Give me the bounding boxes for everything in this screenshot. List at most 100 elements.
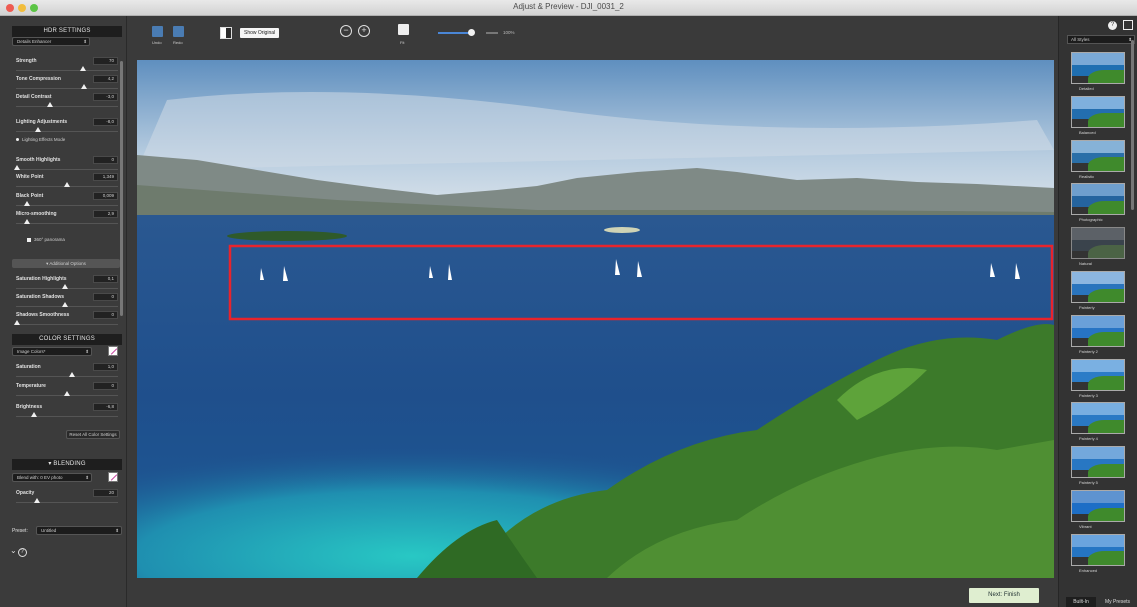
slider-thumb[interactable] <box>14 320 20 325</box>
style-thumbnail[interactable] <box>1071 95 1125 128</box>
param-value[interactable]: 0,009 <box>93 192 118 200</box>
param-value[interactable]: 0 <box>93 156 118 164</box>
slider-thumb[interactable] <box>64 391 70 396</box>
param-value[interactable]: 1,0 <box>93 363 118 371</box>
zoom-slider-fill[interactable] <box>438 32 471 34</box>
slider-thumb[interactable] <box>64 182 70 187</box>
param-label: Opacity <box>16 490 35 496</box>
param-value[interactable]: -3,0 <box>93 93 118 101</box>
preset-select[interactable]: Untitled ⬍ <box>36 526 122 535</box>
param-value[interactable]: 0 <box>93 382 118 390</box>
param-value[interactable]: 0 <box>93 311 118 319</box>
param-value[interactable]: 1,349 <box>93 173 118 181</box>
fit-icon[interactable] <box>398 24 409 35</box>
style-thumbnail[interactable] <box>1071 533 1125 566</box>
style-thumbnail[interactable] <box>1071 490 1125 522</box>
undo-icon[interactable] <box>152 26 163 37</box>
styles-scrollbar[interactable] <box>1131 40 1134 210</box>
chevron-down-icon: ⌄ <box>10 546 17 555</box>
blend-with-select[interactable]: Blend with: 0 EV photo ⬍ <box>12 473 92 482</box>
thumbnail-land <box>1087 288 1124 302</box>
dropdown-arrow-icon: ⬍ <box>85 349 89 354</box>
style-thumbnail[interactable] <box>1071 52 1125 84</box>
slider-thumb[interactable] <box>35 127 41 132</box>
slider-track[interactable] <box>16 376 118 377</box>
hdr-preset-value: Details Enhancer <box>17 39 52 44</box>
slider-track[interactable] <box>16 70 118 71</box>
slider-track[interactable] <box>16 169 118 170</box>
param-label: White Point <box>16 174 44 180</box>
landscape-photo <box>137 60 1054 578</box>
next-finish-button[interactable]: Next: Finish <box>969 588 1039 603</box>
tab-my-presets[interactable]: My Presets <box>1098 597 1137 607</box>
param-label: Saturation Highlights <box>16 276 67 282</box>
reset-color-settings-button[interactable]: Reset All Color Settings <box>66 430 120 439</box>
settings-scrollbar[interactable] <box>120 61 123 316</box>
style-thumbnail[interactable] <box>1071 402 1125 435</box>
help-toggle[interactable]: ⌄? <box>10 546 27 557</box>
param-value[interactable]: 2,9 <box>93 210 118 218</box>
color-preset-select[interactable]: Image Colors* ⬍ <box>12 347 92 356</box>
slider-track[interactable] <box>16 88 118 89</box>
param-value[interactable]: 70 <box>93 57 118 65</box>
zoom-in-icon[interactable]: + <box>358 25 370 37</box>
param-value[interactable]: 20 <box>93 489 118 497</box>
slider-thumb[interactable] <box>62 302 68 307</box>
style-thumbnail[interactable] <box>1071 358 1125 391</box>
param-label: Saturation <box>16 364 41 370</box>
param-value[interactable]: 0,1 <box>93 275 118 283</box>
slider-track[interactable] <box>16 131 118 132</box>
style-thumbnail[interactable] <box>1071 271 1125 303</box>
slider-track[interactable] <box>16 223 118 224</box>
slider-thumb[interactable] <box>47 102 53 107</box>
grid-view-icon[interactable] <box>1123 20 1133 30</box>
style-name: Painterly 3 <box>1079 392 1098 398</box>
window-title: Adjust & Preview - DJI_0031_2 <box>513 2 624 11</box>
param-value[interactable]: -6,8 <box>93 403 118 411</box>
hdr-preset-select[interactable]: Details Enhancer ⬍ <box>12 37 90 46</box>
zoom-slider-thumb[interactable] <box>468 29 475 36</box>
styles-filter-select[interactable]: All Styles ⬍ <box>1067 35 1135 44</box>
blending-header-label: BLENDING <box>53 461 86 467</box>
help-icon[interactable]: ? <box>1108 21 1117 30</box>
styles-filter-value: All Styles <box>1071 37 1090 42</box>
param-value[interactable]: 4,2 <box>93 75 118 83</box>
zoom-out-icon[interactable]: − <box>340 25 352 37</box>
style-thumbnail[interactable] <box>1071 183 1125 216</box>
thumbnail-land <box>1087 551 1124 565</box>
lighting-effects-mode-toggle[interactable]: Lighting Effects Mode <box>16 137 65 142</box>
panorama-checkbox[interactable]: 360° panorama <box>27 237 65 242</box>
param-value[interactable]: -8,0 <box>93 118 118 126</box>
thumbnail-land <box>1087 332 1124 346</box>
slider-thumb[interactable] <box>80 66 86 71</box>
style-thumbnail[interactable] <box>1071 227 1125 260</box>
title-bar: Adjust & Preview - DJI_0031_2 <box>0 0 1137 16</box>
style-thumbnail[interactable] <box>1071 139 1125 172</box>
slider-track[interactable] <box>16 106 118 107</box>
slider-thumb[interactable] <box>24 219 30 224</box>
compare-split-icon[interactable] <box>220 27 232 39</box>
zoom-slider-track[interactable] <box>486 32 498 34</box>
param-value[interactable]: 0 <box>93 293 118 301</box>
style-thumbnail[interactable] <box>1071 314 1125 347</box>
blend-with-value: Blend with: 0 EV photo <box>17 475 63 480</box>
slider-thumb[interactable] <box>81 84 87 89</box>
blend-swatch-button[interactable] <box>108 472 118 482</box>
additional-options-toggle[interactable]: ▾ Additional Options <box>12 259 120 268</box>
slider-thumb[interactable] <box>31 412 37 417</box>
tab-built-in[interactable]: Built-In <box>1066 597 1096 607</box>
color-swatch-button[interactable] <box>108 346 118 356</box>
slider-thumb[interactable] <box>69 372 75 377</box>
slider-track[interactable] <box>16 502 118 503</box>
slider-thumb[interactable] <box>24 201 30 206</box>
slider-track[interactable] <box>16 324 118 325</box>
redo-icon[interactable] <box>173 26 184 37</box>
slider-thumb[interactable] <box>62 284 68 289</box>
style-name: Detailed <box>1079 86 1094 91</box>
slider-track[interactable] <box>16 205 118 206</box>
slider-thumb[interactable] <box>34 498 40 503</box>
preview-image[interactable] <box>137 60 1054 578</box>
slider-thumb[interactable] <box>14 165 20 170</box>
style-thumbnail[interactable] <box>1071 446 1125 479</box>
show-original-button[interactable]: Show Original <box>240 28 280 38</box>
